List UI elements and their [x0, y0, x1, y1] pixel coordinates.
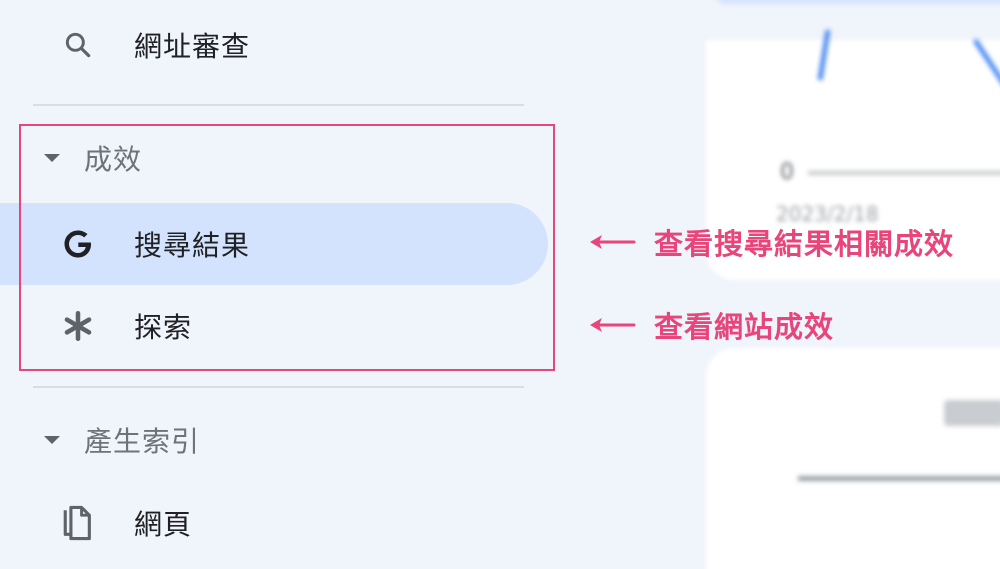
secondary-card [706, 348, 1000, 569]
chart-line-fragment [817, 30, 1000, 83]
sidebar-item-pages[interactable]: 網頁 [0, 482, 548, 564]
secondary-card-title-placeholder [944, 400, 1000, 426]
caret-down-icon [44, 436, 60, 444]
pages-icon [58, 503, 98, 543]
divider [33, 104, 524, 106]
highlight-box [19, 124, 555, 371]
chart-y-tick: 0 [780, 160, 794, 185]
section-label: 產生索引 [84, 425, 201, 458]
sidebar-item-label: 網址審查 [134, 30, 251, 63]
annotation-search-results: 查看搜尋結果相關成效 [588, 222, 953, 262]
annotation-text: 查看網站成效 [654, 310, 835, 344]
arrow-left-icon [590, 318, 636, 332]
secondary-card-tab-indicator [798, 476, 1000, 481]
sidebar-item-label: 網頁 [134, 508, 193, 541]
sidebar-item-url-inspection[interactable]: 網址審查 [0, 4, 548, 86]
annotation-discover: 查看網站成效 [588, 305, 833, 345]
search-icon [58, 25, 98, 65]
screenshot-stage: 0 2023/2/18 網址審查 成效 搜尋結果 探索 產生索引 網頁 查看搜尋… [0, 0, 1000, 569]
chart-axis-line [808, 171, 1000, 175]
section-header-indexing[interactable]: 產生索引 [0, 410, 548, 470]
divider [33, 386, 524, 388]
top-search-bar-fragment [715, 0, 1000, 4]
arrow-left-icon [590, 235, 636, 249]
annotation-text: 查看搜尋結果相關成效 [654, 227, 955, 261]
